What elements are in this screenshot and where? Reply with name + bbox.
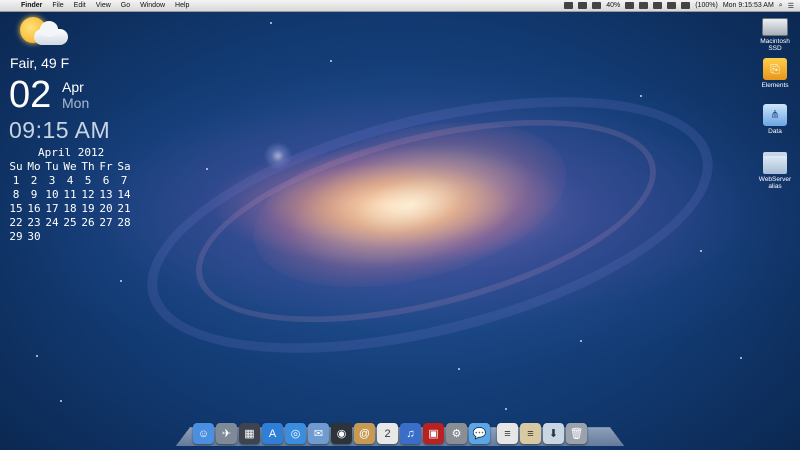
calendar-weekday-header: We	[63, 160, 77, 173]
date-weekday: Mon	[62, 95, 90, 111]
calendar-day[interactable]: 6	[97, 174, 115, 187]
calendar-day[interactable]: 2	[25, 174, 43, 187]
calendar-weekday-header: Fr	[99, 160, 113, 173]
network-drive-icon: ⋔	[763, 104, 787, 126]
calendar-day[interactable]: 12	[79, 188, 97, 201]
hard-drive-icon	[762, 18, 788, 36]
desktop-icon-label: Macintosh SSD	[760, 38, 790, 52]
calendar-day[interactable]: 19	[79, 202, 97, 215]
desktop-icon-webserver-alias[interactable]: WebServer alias	[755, 152, 795, 190]
launchpad-icon[interactable]: ✈	[216, 423, 237, 444]
calendar-day[interactable]: 4	[61, 174, 79, 187]
battery-percent[interactable]: (100%)	[695, 2, 718, 9]
contacts-icon[interactable]: @	[354, 423, 375, 444]
finder-icon[interactable]: ☺	[193, 423, 214, 444]
calendar-day[interactable]: 27	[97, 216, 115, 229]
calendar-day[interactable]: 18	[61, 202, 79, 215]
partly-cloudy-icon	[14, 17, 74, 53]
desktop-icon-label: WebServer alias	[758, 176, 792, 190]
wifi-icon[interactable]	[653, 2, 663, 9]
calendar-widget: April 2012 Su Mo Tu We Th Fr Sa 1 2 3 4 5 6 7 8 9 10 11 12…	[7, 146, 133, 243]
folder-alias-icon	[763, 152, 787, 174]
calendar-day[interactable]: 11	[61, 188, 79, 201]
trash-icon[interactable]: 🗑	[566, 423, 587, 444]
calendar-day[interactable]: 8	[7, 188, 25, 201]
calendar-day[interactable]: 15	[7, 202, 25, 215]
calendar-day[interactable]: 22	[7, 216, 25, 229]
menu-file[interactable]: File	[47, 2, 68, 9]
calendar-day[interactable]: 9	[25, 188, 43, 201]
date-month: Apr	[62, 79, 84, 95]
battery-icon[interactable]	[681, 2, 691, 9]
menu-go[interactable]: Go	[116, 2, 135, 9]
menu-view[interactable]: View	[91, 2, 116, 9]
usb-drive-icon: ⎘	[763, 58, 787, 80]
calendar-weekday-header: Mo	[27, 160, 41, 173]
desktop-icon-data[interactable]: ⋔ Data	[755, 104, 795, 135]
menu-finder[interactable]: Finder	[16, 2, 47, 9]
calendar-weekday-header: Su	[9, 160, 23, 173]
desktop-icon-label: Data	[768, 128, 782, 135]
calendar-day[interactable]: 30	[25, 230, 43, 243]
calendar-day[interactable]: 13	[97, 188, 115, 201]
desktop-icon-label: Elements	[761, 82, 789, 89]
dock: ☺ ✈ ▦ A ◎ ✉ ◉ @2 ♫ ▣ ⚙ 💬 ≡ ≡ ⬇ 🗑	[193, 418, 587, 444]
calendar-title: April 2012	[38, 146, 105, 159]
weather-condition: Fair, 49 F	[10, 55, 70, 71]
menu-edit[interactable]: Edit	[69, 2, 91, 9]
mail-icon[interactable]: ✉	[308, 423, 329, 444]
documents-stack-icon[interactable]: ≡	[497, 423, 518, 444]
calendar-day[interactable]: 3	[43, 174, 61, 187]
calendar-day[interactable]: 20	[97, 202, 115, 215]
calendar-day[interactable]: 16	[25, 202, 43, 215]
calendar-icon[interactable]: 2	[377, 423, 398, 444]
desktop-icon-macintosh-ssd[interactable]: Macintosh SSD	[755, 14, 795, 52]
calendar-day[interactable]: 17	[43, 202, 61, 215]
bluetooth-icon[interactable]	[639, 2, 649, 9]
dropbox-icon[interactable]	[564, 2, 574, 9]
timemachine-icon[interactable]	[578, 2, 588, 9]
menu-bar: Finder File Edit View Go Window Help 40%…	[0, 0, 800, 12]
list-icon[interactable]: ☰	[788, 2, 794, 10]
desktop-icon-elements[interactable]: ⎘ Elements	[755, 58, 795, 89]
calendar-weekday-header: Sa	[117, 160, 131, 173]
photo-booth-icon[interactable]: ▣	[423, 423, 444, 444]
calendar-day[interactable]: 25	[61, 216, 79, 229]
cpu-percent-text[interactable]: 40%	[606, 2, 620, 9]
calendar-weekday-header: Th	[81, 160, 95, 173]
app-store-icon[interactable]: A	[262, 423, 283, 444]
calendar-day[interactable]: 10	[43, 188, 61, 201]
downloads-stack-icon[interactable]: ⬇	[543, 423, 564, 444]
calendar-day[interactable]: 21	[115, 202, 133, 215]
text-document-icon[interactable]: ≡	[520, 423, 541, 444]
calendar-day[interactable]: 7	[115, 174, 133, 187]
display-icon[interactable]	[625, 2, 635, 9]
calendar-day[interactable]: 1	[7, 174, 25, 187]
calendar-day[interactable]: 24	[43, 216, 61, 229]
calendar-day[interactable]: 23	[25, 216, 43, 229]
volume-icon[interactable]	[667, 2, 677, 9]
calendar-weekday-header: Tu	[45, 160, 59, 173]
calendar-day[interactable]: 28	[115, 216, 133, 229]
menu-window[interactable]: Window	[135, 2, 170, 9]
itunes-icon[interactable]: ♫	[400, 423, 421, 444]
calendar-day[interactable]: 5	[79, 174, 97, 187]
mission-control-icon[interactable]: ▦	[239, 423, 260, 444]
calendar-day[interactable]: 14	[115, 188, 133, 201]
calendar-day[interactable]: 29	[7, 230, 25, 243]
status-menus: 40% (100%) Mon 9:15:53 AM ⌕ ☰	[564, 2, 800, 10]
messages-icon[interactable]: 💬	[469, 423, 490, 444]
facetime-icon[interactable]: ◉	[331, 423, 352, 444]
calendar-day[interactable]: 26	[79, 216, 97, 229]
cpu-meter-icon[interactable]	[592, 2, 602, 9]
menu-help[interactable]: Help	[170, 2, 194, 9]
menu-clock[interactable]: Mon 9:15:53 AM	[723, 2, 774, 9]
calendar-grid: Su Mo Tu We Th Fr Sa 1 2 3 4 5 6 7 8 9 10 11 12 13 14 15 16 17 1…	[7, 160, 133, 243]
clock-time: 09:15 AM	[9, 117, 111, 143]
safari-icon[interactable]: ◎	[285, 423, 306, 444]
date-day: 02	[9, 74, 52, 116]
system-preferences-icon[interactable]: ⚙	[446, 423, 467, 444]
spotlight-icon[interactable]: ⌕	[779, 2, 783, 10]
